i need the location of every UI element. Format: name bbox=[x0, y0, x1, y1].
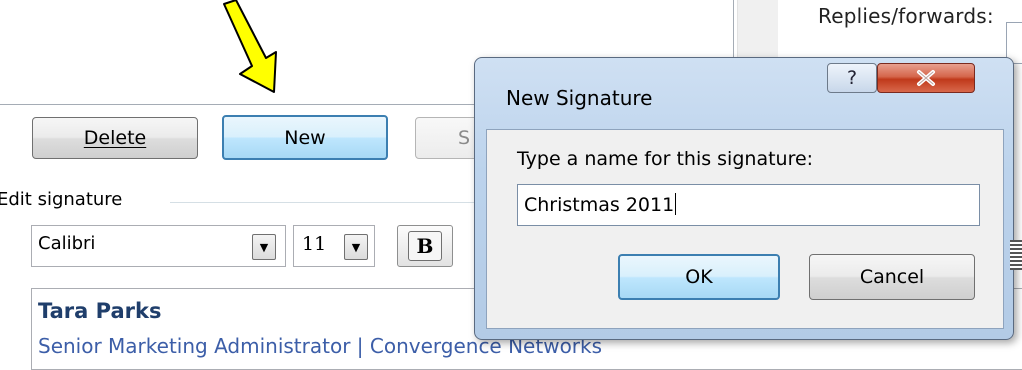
close-button[interactable] bbox=[877, 63, 975, 93]
resize-handle[interactable] bbox=[1010, 240, 1022, 270]
bold-button[interactable]: B bbox=[397, 225, 453, 267]
font-select[interactable]: Calibri ▼ bbox=[31, 225, 286, 267]
dialog-body: Type a name for this signature: Christma… bbox=[486, 129, 1004, 329]
dialog-title: New Signature bbox=[506, 86, 653, 110]
text-caret bbox=[675, 193, 677, 215]
chevron-down-icon[interactable]: ▼ bbox=[252, 234, 276, 260]
close-icon bbox=[917, 70, 935, 86]
font-size-select[interactable]: 11 ▼ bbox=[293, 225, 375, 267]
ok-button[interactable]: OK bbox=[618, 254, 780, 300]
new-signature-dialog: New Signature ? Type a name for this sig… bbox=[474, 57, 1014, 340]
new-button[interactable]: New bbox=[222, 115, 388, 160]
help-icon: ? bbox=[846, 67, 858, 89]
ok-button-label: OK bbox=[685, 266, 713, 288]
delete-button-label: Delete bbox=[83, 127, 147, 149]
help-button[interactable]: ? bbox=[827, 63, 877, 93]
arrow-down-left-icon bbox=[223, 0, 277, 93]
bold-icon: B bbox=[408, 231, 442, 261]
chevron-down-icon[interactable]: ▼ bbox=[344, 234, 368, 260]
save-button-label: S bbox=[458, 127, 471, 149]
signature-name-input[interactable]: Christmas 2011 bbox=[517, 184, 980, 226]
signature-name-prompt: Type a name for this signature: bbox=[517, 148, 814, 170]
delete-button[interactable]: Delete bbox=[32, 117, 198, 159]
edit-signature-label: Edit signature bbox=[0, 189, 123, 210]
group-divider bbox=[170, 202, 490, 203]
font-value: Calibri bbox=[38, 233, 96, 254]
cancel-button-label: Cancel bbox=[859, 266, 925, 288]
signature-name-text: Tara Parks bbox=[38, 299, 162, 323]
font-size-value: 11 bbox=[302, 233, 327, 255]
signature-name-input-value: Christmas 2011 bbox=[524, 194, 675, 216]
new-button-label: New bbox=[284, 126, 326, 149]
cancel-button[interactable]: Cancel bbox=[809, 254, 975, 300]
replies-forwards-label: Replies/forwards: bbox=[818, 4, 994, 28]
